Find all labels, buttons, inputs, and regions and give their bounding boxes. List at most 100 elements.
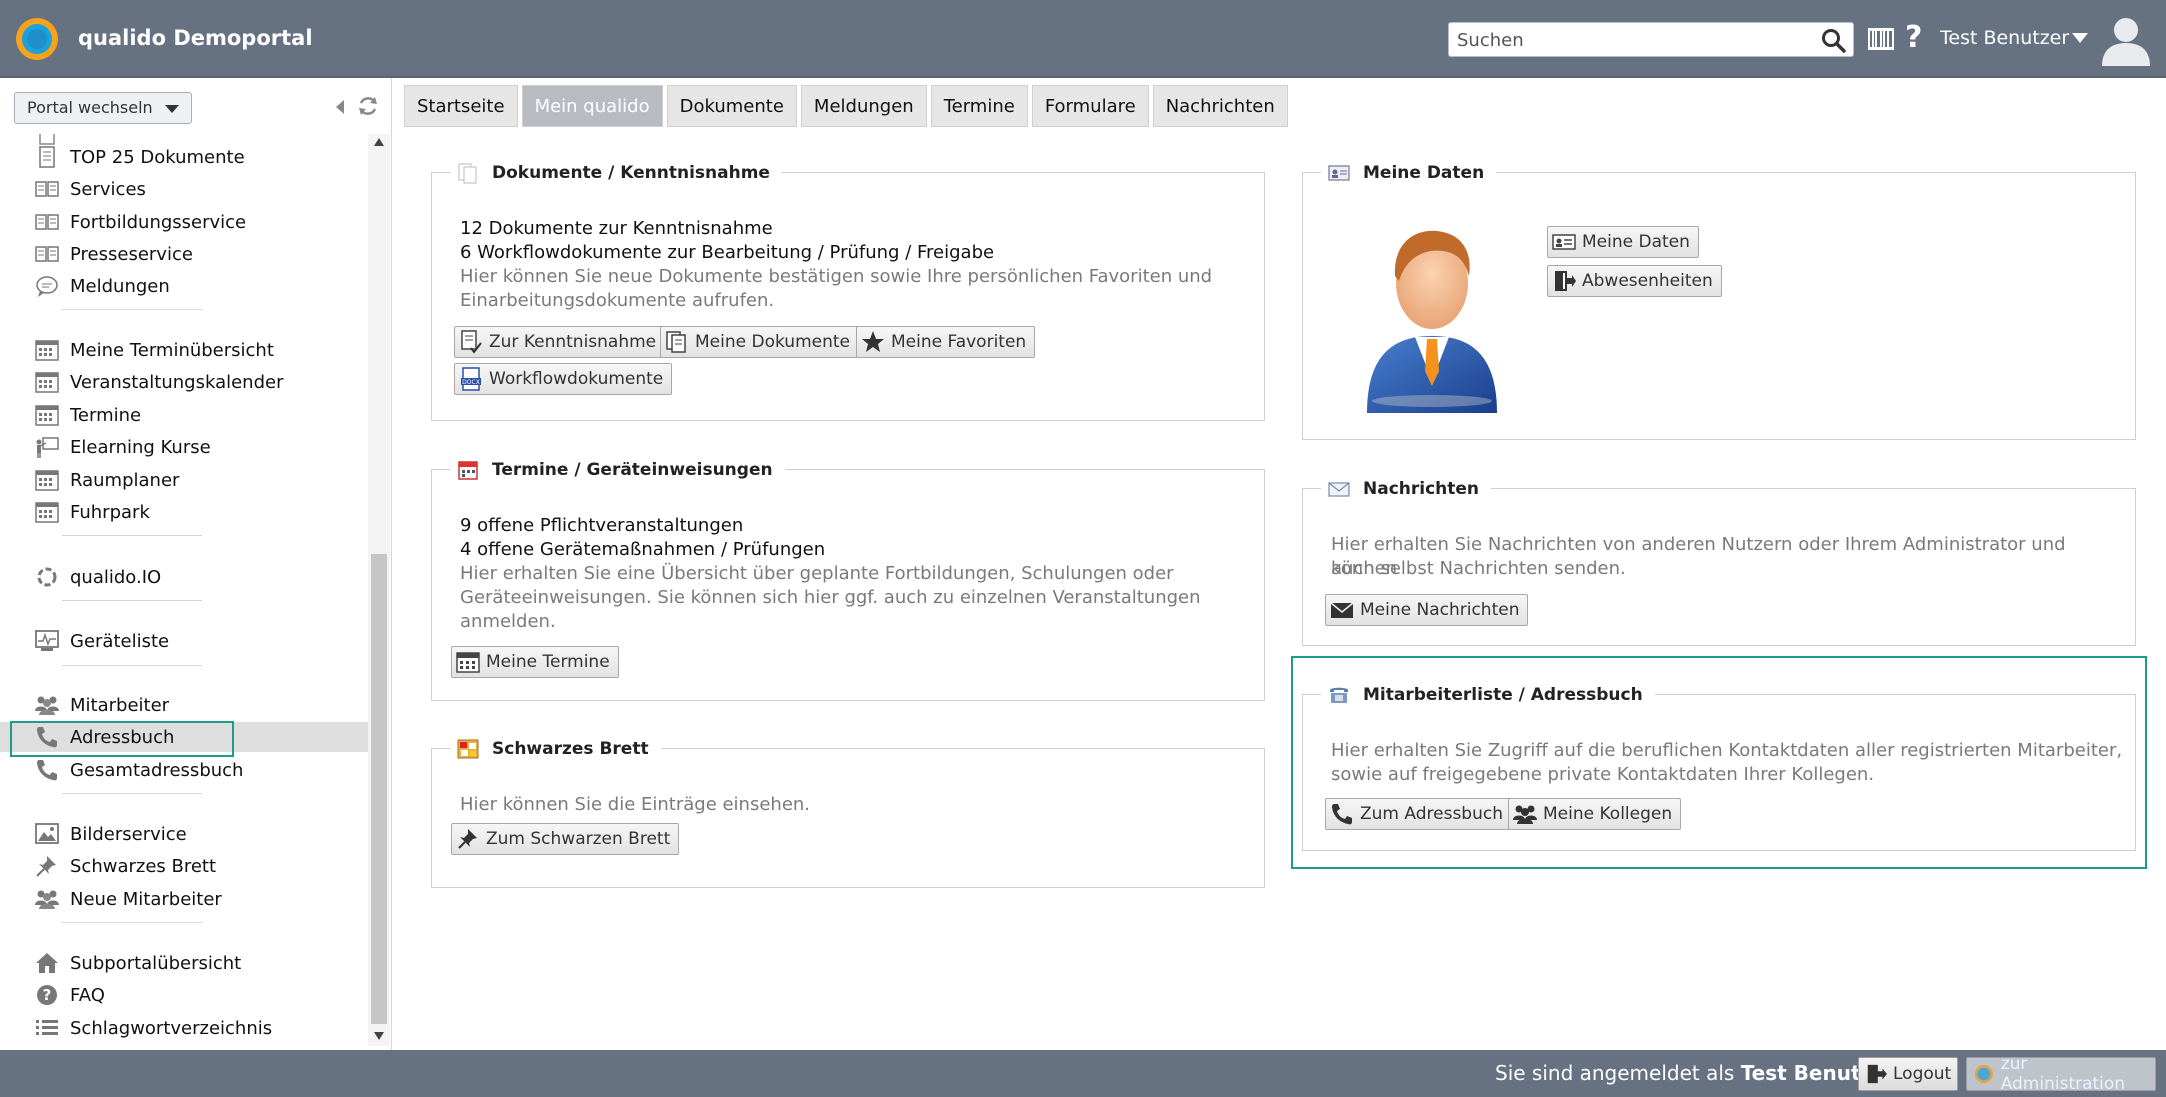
document-icon <box>39 146 55 168</box>
sidebar-item-label: Geräteliste <box>70 631 170 652</box>
documents-icon <box>458 163 477 184</box>
sidebar-scrollbar[interactable] <box>368 134 390 1046</box>
sidebar-item-veranstaltungskalender[interactable]: Veranstaltungskalender <box>0 367 368 397</box>
sidebar-item-label: Fortbildungsservice <box>70 212 247 233</box>
sidebar-item-label: Termine <box>70 405 142 426</box>
calendar-icon <box>35 470 59 491</box>
sidebar-divider <box>62 665 202 666</box>
panel-title: Schwarzes Brett <box>450 737 661 761</box>
user-menu-name[interactable]: Test Benutzer <box>1940 27 2069 49</box>
presentation-icon <box>36 437 59 458</box>
zur-kenntnisnahme-button[interactable]: Zur Kenntnisnahme <box>454 326 666 358</box>
collapse-sidebar-icon[interactable] <box>336 100 344 114</box>
sidebar-item-qualido-io[interactable]: qualido.IO <box>0 562 368 592</box>
qualido-logo-icon <box>1974 1064 1993 1084</box>
panel-line: 4 offene Gerätemaßnahmen / Prüfungen <box>460 539 826 560</box>
sidebar-item-label: Bilderservice <box>70 824 187 845</box>
scrollbar-thumb[interactable] <box>371 554 387 1024</box>
sidebar-item-termine[interactable]: Termine <box>0 400 368 430</box>
sidebar-item-adressbuch[interactable]: Adressbuch <box>0 721 368 757</box>
sidebar-item-label: Schlagwortverzeichnis <box>70 1018 273 1039</box>
main-tabs: Startseite Mein qualido Dokumente Meldun… <box>404 85 1288 127</box>
avatar[interactable] <box>2100 14 2152 66</box>
top-header: qualido Demoportal ? Test Benutzer <box>0 0 2166 78</box>
barcode-icon[interactable] <box>1868 28 1894 50</box>
panel-description: Geräteeinweisungen. Sie können sich hier… <box>460 587 1201 608</box>
exit-door-icon <box>1867 1064 1887 1084</box>
sidebar-item-mitarbeiter[interactable]: Mitarbeiter <box>0 690 368 720</box>
help-icon[interactable]: ? <box>1905 20 1922 55</box>
scroll-up-arrow-icon[interactable] <box>374 138 384 146</box>
sidebar-item-fortbildungsservice[interactable]: Fortbildungsservice <box>0 207 368 237</box>
zum-schwarzen-brett-button[interactable]: Zum Schwarzen Brett <box>451 823 680 855</box>
calendar-red-icon <box>458 461 478 480</box>
abwesenheiten-button[interactable]: Abwesenheiten <box>1547 265 1722 297</box>
sidebar-item-elearning[interactable]: Elearning Kurse <box>0 432 368 462</box>
search-input[interactable] <box>1457 26 1807 54</box>
panel-line: 6 Workflowdokumente zur Bearbeitung / Pr… <box>460 242 995 263</box>
sidebar-item-fuhrpark[interactable]: Fuhrpark <box>0 497 368 527</box>
tab-startseite[interactable]: Startseite <box>404 85 518 127</box>
tab-nachrichten[interactable]: Nachrichten <box>1152 85 1288 127</box>
meine-dokumente-button[interactable]: Meine Dokumente <box>660 326 859 358</box>
pin-icon <box>36 856 56 877</box>
phone-icon <box>1332 804 1352 825</box>
svg-text:?: ? <box>43 986 52 1004</box>
sidebar-item-label: Adressbuch <box>70 727 175 748</box>
phone-icon <box>37 760 57 781</box>
refresh-icon[interactable] <box>356 94 380 118</box>
sidebar-item-schwarzes-brett[interactable]: Schwarzes Brett <box>0 851 368 881</box>
sidebar-item-gesamtadressbuch[interactable]: Gesamtadressbuch <box>0 755 368 785</box>
calendar-icon <box>35 502 59 523</box>
sidebar-item-raumplaner[interactable]: Raumplaner <box>0 465 368 495</box>
chevron-down-icon <box>165 105 179 113</box>
meine-termine-button[interactable]: Meine Termine <box>451 646 619 678</box>
panel-description: anmelden. <box>460 611 556 632</box>
svg-text:DOCX: DOCX <box>462 379 480 386</box>
meine-favoriten-button[interactable]: Meine Favoriten <box>856 326 1036 358</box>
scroll-down-arrow-icon[interactable] <box>374 1032 384 1040</box>
sidebar-item-meine-terminuebersicht[interactable]: Meine Terminübersicht <box>0 335 368 365</box>
qualido-logo[interactable] <box>16 18 58 60</box>
board-icon <box>457 739 479 759</box>
administration-button[interactable]: zur Administration <box>1966 1054 2156 1094</box>
speech-bubble-icon <box>36 276 58 297</box>
sidebar-item-neue-mitarbeiter[interactable]: Neue Mitarbeiter <box>0 884 368 914</box>
document-check-icon <box>461 330 482 354</box>
workflowdokumente-button[interactable]: DOCX Workflowdokumente <box>454 363 673 395</box>
panel-title: Termine / Geräteinweisungen <box>450 458 785 482</box>
sidebar-item-meldungen[interactable]: Meldungen <box>0 271 368 301</box>
tab-mein-qualido[interactable]: Mein qualido <box>521 85 663 127</box>
panel-description: Hier erhalten Sie eine Übersicht über ge… <box>460 563 1174 584</box>
search-icon[interactable] <box>1821 28 1847 54</box>
tab-meldungen[interactable]: Meldungen <box>800 85 927 127</box>
search-box[interactable] <box>1448 22 1854 57</box>
panel-description: Hier können Sie die Einträge einsehen. <box>460 794 811 815</box>
sidebar-item-faq[interactable]: ? FAQ <box>0 980 368 1010</box>
sidebar-item-services[interactable]: Services <box>0 174 368 204</box>
meine-daten-button[interactable]: Meine Daten <box>1547 226 1699 258</box>
sidebar-item-presseservice[interactable]: Presseservice <box>0 239 368 269</box>
sidebar-item-geraeteliste[interactable]: Geräteliste <box>0 626 368 656</box>
panel-description: auch selbst Nachrichten senden. <box>1331 558 1626 579</box>
logout-button[interactable]: Logout <box>1858 1057 1958 1091</box>
panel-dokumente: Dokumente / Kenntnisnahme 12 Dokumente z… <box>431 161 1265 421</box>
app-title: qualido Demoportal <box>78 26 313 50</box>
sidebar-divider <box>62 535 202 536</box>
meine-nachrichten-button[interactable]: Meine Nachrichten <box>1325 594 1529 626</box>
meine-kollegen-button[interactable]: Meine Kollegen <box>1508 798 1682 830</box>
sidebar-item-subportaluebersicht[interactable]: Subportalübersicht <box>0 948 368 978</box>
sidebar-item-bilderservice[interactable]: Bilderservice <box>0 819 368 849</box>
tab-termine[interactable]: Termine <box>930 85 1028 127</box>
zum-adressbuch-button[interactable]: Zum Adressbuch <box>1325 798 1512 830</box>
tab-formulare[interactable]: Formulare <box>1031 85 1149 127</box>
envelope-icon <box>1328 482 1350 497</box>
circle-loader-icon <box>37 567 57 587</box>
tab-dokumente[interactable]: Dokumente <box>666 85 797 127</box>
portal-switch-dropdown[interactable]: Portal wechseln <box>14 92 192 124</box>
sidebar-item-label: Raumplaner <box>70 470 180 491</box>
chevron-down-icon[interactable] <box>2072 33 2088 43</box>
sidebar-item-schlagwortverzeichnis[interactable]: Schlagwortverzeichnis <box>0 1013 368 1043</box>
sidebar-item-label: Mitarbeiter <box>70 695 170 716</box>
sidebar-item-top25[interactable]: TOP 25 Dokumente <box>0 142 368 172</box>
